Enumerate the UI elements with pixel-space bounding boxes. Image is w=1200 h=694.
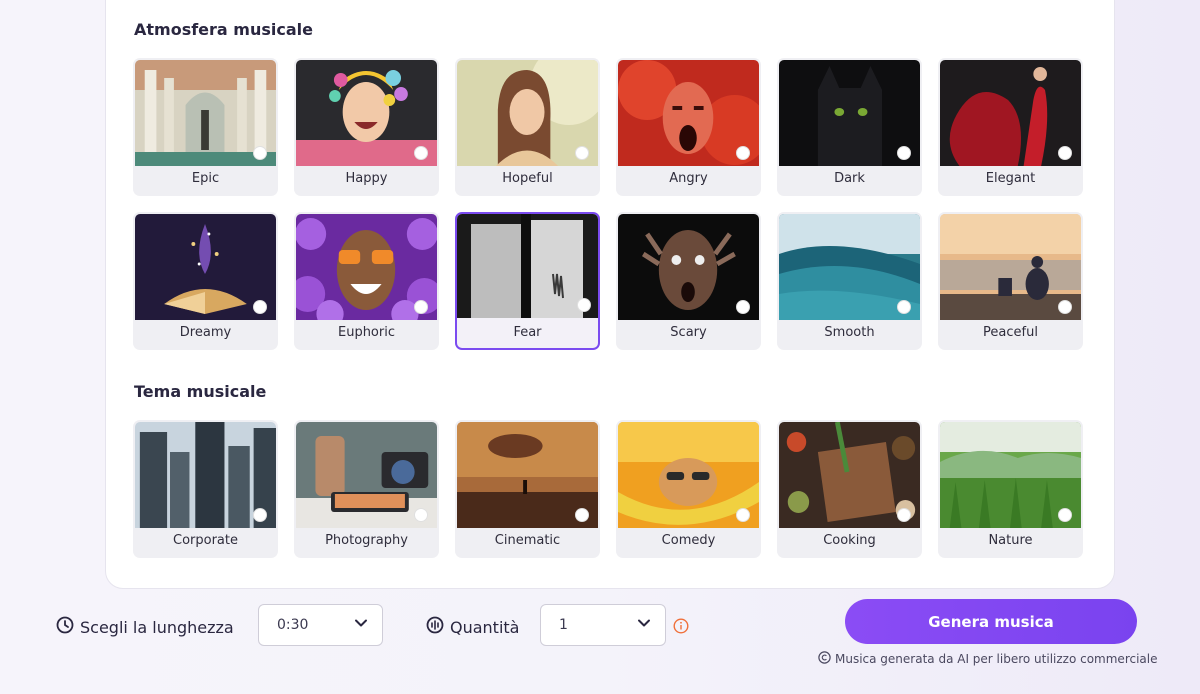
- radio-indicator: [575, 508, 589, 522]
- quantity-select[interactable]: 1: [540, 604, 666, 646]
- card-label: Hopeful: [502, 170, 553, 186]
- card-label: Peaceful: [983, 324, 1038, 340]
- card-label: Smooth: [824, 324, 875, 340]
- quantity-value: 1: [559, 617, 568, 633]
- card-label: Scary: [670, 324, 707, 340]
- copyright-icon: [818, 651, 831, 667]
- mood-card-smooth[interactable]: Smooth: [777, 212, 922, 350]
- theme-card-comedy[interactable]: Comedy: [616, 420, 761, 558]
- theme-card-cooking[interactable]: Cooking: [777, 420, 922, 558]
- radio-indicator: [253, 146, 267, 160]
- mood-card-happy[interactable]: Happy: [294, 58, 439, 196]
- radio-indicator: [253, 300, 267, 314]
- radio-indicator: [897, 300, 911, 314]
- waveform-icon: [426, 616, 444, 638]
- mood-card-euphoric[interactable]: Euphoric: [294, 212, 439, 350]
- mood-card-angry[interactable]: Angry: [616, 58, 761, 196]
- card-label: Dark: [834, 170, 865, 186]
- radio-indicator: [897, 508, 911, 522]
- theme-card-photography[interactable]: Photography: [294, 420, 439, 558]
- card-label: Corporate: [173, 532, 238, 548]
- mood-card-scary[interactable]: Scary: [616, 212, 761, 350]
- radio-indicator: [575, 146, 589, 160]
- length-value: 0:30: [277, 617, 309, 633]
- radio-indicator: [414, 300, 428, 314]
- quantity-label-text: Quantità: [450, 617, 520, 637]
- card-label: Fear: [513, 324, 542, 340]
- mood-section-title: Atmosfera musicale: [134, 20, 313, 39]
- card-label: Dreamy: [179, 324, 232, 340]
- card-label: Comedy: [661, 532, 716, 548]
- mood-card-epic[interactable]: Epic: [133, 58, 278, 196]
- generate-music-button[interactable]: Genera musica: [845, 599, 1137, 644]
- footnote-text: Musica generata da AI per libero utilizz…: [835, 652, 1158, 666]
- clock-icon: [56, 616, 74, 638]
- chevron-down-icon: [354, 616, 368, 634]
- length-label-text: Scegli la lunghezza: [80, 617, 234, 637]
- radio-indicator: [1058, 508, 1072, 522]
- theme-card-nature[interactable]: Nature: [938, 420, 1083, 558]
- card-label: Nature: [988, 532, 1033, 548]
- theme-card-corporate[interactable]: Corporate: [133, 420, 278, 558]
- card-label: Euphoric: [337, 324, 395, 340]
- theme-section-title: Tema musicale: [134, 382, 267, 401]
- license-footnote: Musica generata da AI per libero utilizz…: [818, 651, 1158, 667]
- mood-card-fear[interactable]: Fear: [455, 212, 600, 350]
- mood-card-hopeful[interactable]: Hopeful: [455, 58, 600, 196]
- mood-card-dreamy[interactable]: Dreamy: [133, 212, 278, 350]
- mood-card-elegant[interactable]: Elegant: [938, 58, 1083, 196]
- card-label: Cooking: [823, 532, 876, 548]
- length-control-label: Scegli la lunghezza: [56, 616, 234, 638]
- card-label: Epic: [191, 170, 220, 186]
- chevron-down-icon: [637, 616, 651, 634]
- length-select[interactable]: 0:30: [258, 604, 383, 646]
- radio-indicator: [414, 146, 428, 160]
- radio-indicator: [897, 146, 911, 160]
- radio-indicator: [736, 146, 750, 160]
- card-label: Cinematic: [494, 532, 561, 548]
- mood-card-peaceful[interactable]: Peaceful: [938, 212, 1083, 350]
- radio-indicator: [577, 298, 591, 312]
- mood-card-dark[interactable]: Dark: [777, 58, 922, 196]
- radio-indicator: [736, 508, 750, 522]
- card-label: Photography: [325, 532, 408, 548]
- card-label: Happy: [345, 170, 388, 186]
- radio-indicator: [414, 508, 428, 522]
- card-label: Elegant: [985, 170, 1036, 186]
- theme-card-cinematic[interactable]: Cinematic: [455, 420, 600, 558]
- radio-indicator: [1058, 146, 1072, 160]
- radio-indicator: [253, 508, 267, 522]
- card-label: Angry: [669, 170, 708, 186]
- info-icon[interactable]: [673, 618, 689, 638]
- quantity-control-label: Quantità: [426, 616, 519, 638]
- radio-indicator: [736, 300, 750, 314]
- radio-indicator: [1058, 300, 1072, 314]
